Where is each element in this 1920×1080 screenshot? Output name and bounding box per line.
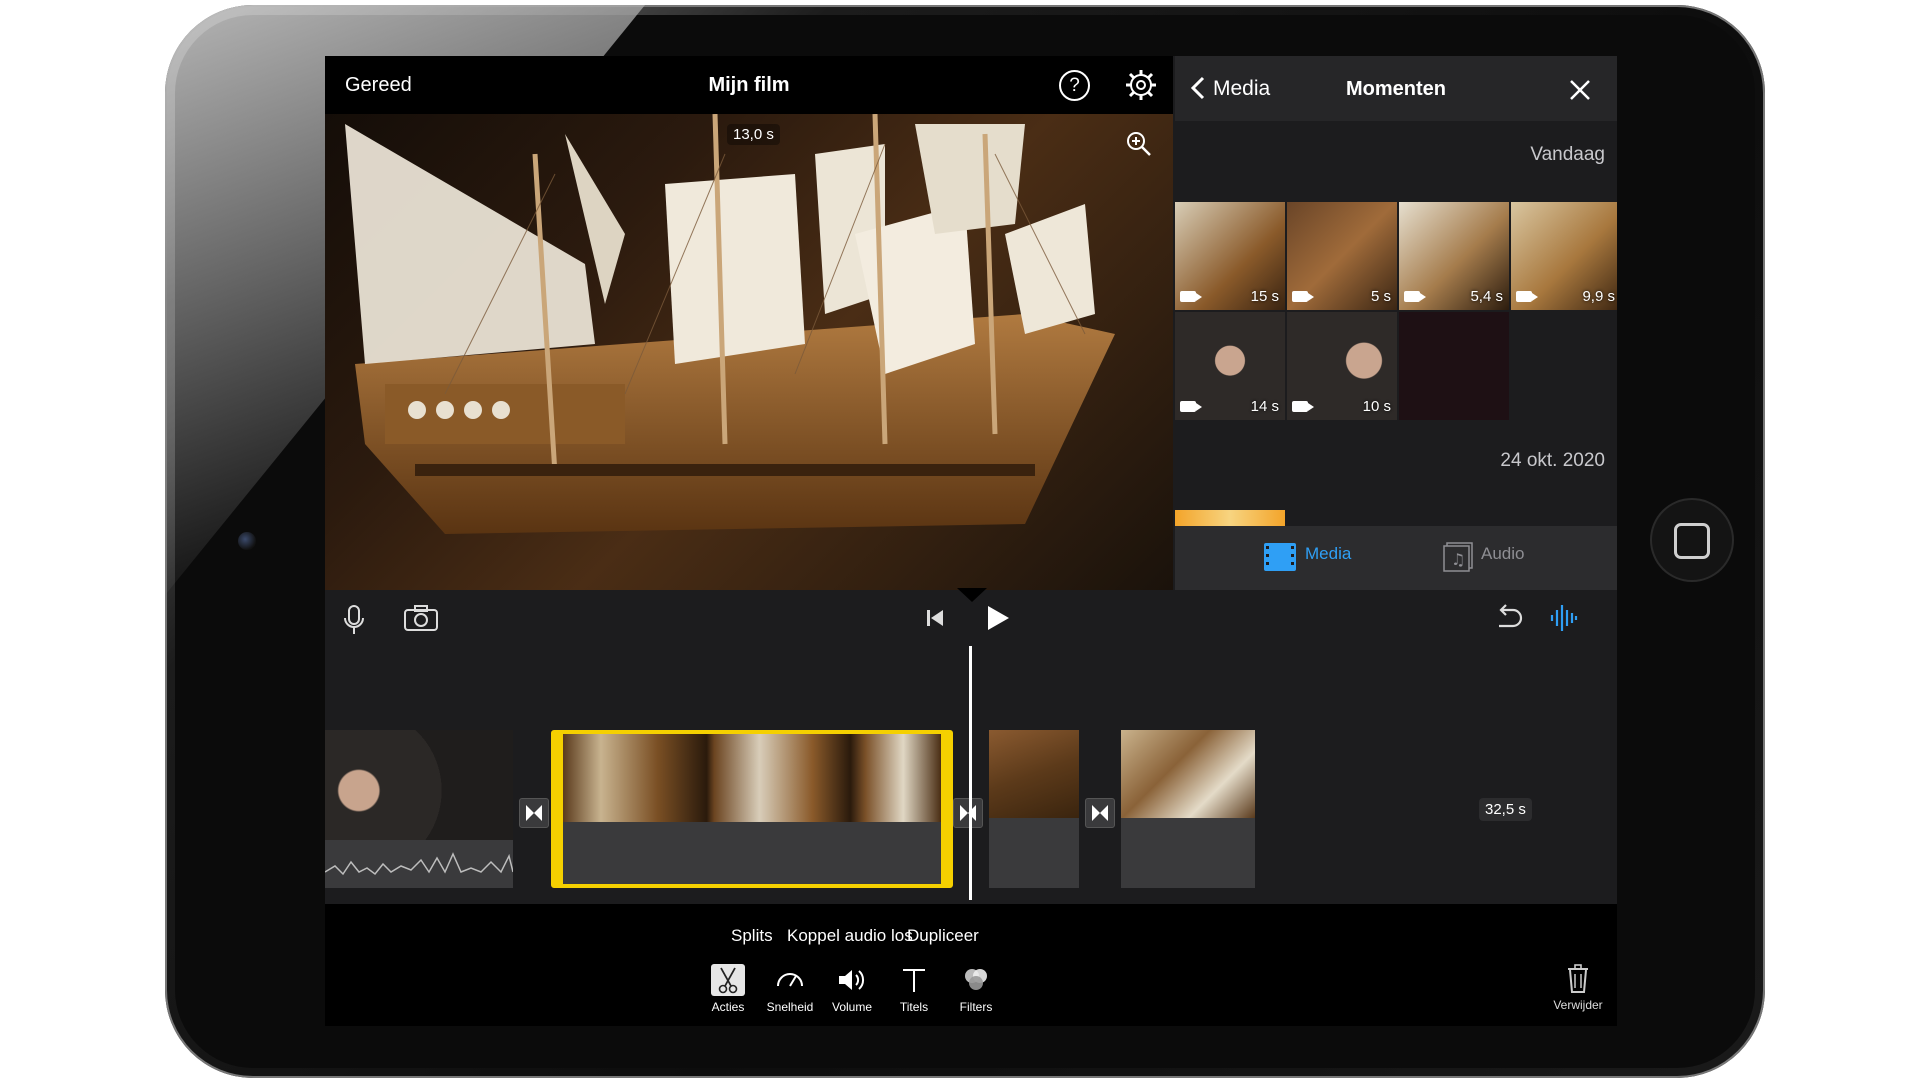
tool-label: Volume	[831, 1000, 873, 1014]
timeline-clip-selected[interactable]	[551, 730, 953, 888]
tool-label: Snelheid	[766, 1000, 814, 1014]
detach-audio-button[interactable]: Koppel audio los	[787, 926, 913, 946]
tool-label: Acties	[711, 1000, 745, 1014]
speaker-icon	[839, 970, 865, 990]
media-duration: 5,4 s	[1470, 288, 1503, 305]
tab-audio[interactable]: Audio	[1481, 544, 1524, 564]
playhead-marker	[957, 588, 987, 602]
video-camera-icon	[1180, 401, 1202, 412]
transition-button[interactable]	[1085, 798, 1115, 828]
duplicate-button[interactable]: Dupliceer	[907, 926, 979, 946]
tab-media[interactable]: Media	[1305, 544, 1351, 564]
front-camera	[238, 532, 256, 550]
media-thumbnail-placeholder	[1399, 312, 1509, 420]
gear-icon[interactable]	[1125, 69, 1157, 101]
music-note-icon: ♫	[1443, 542, 1473, 572]
text-icon	[903, 969, 925, 992]
audio-waveform	[325, 852, 513, 876]
bowtie-transition-icon	[960, 805, 976, 821]
delete-button[interactable]: Verwijder	[1543, 964, 1613, 1012]
media-thumbnail-partial[interactable]	[1175, 510, 1285, 526]
media-thumbnail[interactable]: 15 s	[1175, 202, 1285, 310]
filters-icon	[965, 969, 987, 990]
project-title: Mijn film	[708, 74, 790, 96]
clip-tools-bar: Splits Koppel audio los Dupliceer Acties…	[325, 904, 1617, 1026]
timeline-clip[interactable]	[325, 730, 513, 888]
tool-filters[interactable]: Filters	[941, 964, 1011, 1014]
media-duration: 9,9 s	[1582, 288, 1615, 305]
video-camera-icon	[1292, 291, 1314, 302]
media-browser-title: Momenten	[1346, 78, 1446, 100]
scissors-icon	[711, 964, 745, 996]
timeline-clip[interactable]	[1121, 730, 1255, 888]
media-duration: 15 s	[1250, 288, 1279, 305]
skip-to-start-icon[interactable]	[925, 608, 945, 628]
microphone-icon[interactable]	[343, 604, 365, 636]
video-camera-icon	[1180, 291, 1202, 302]
playhead-line	[969, 646, 972, 900]
bowtie-transition-icon	[1092, 805, 1108, 821]
transition-button[interactable]	[519, 798, 549, 828]
zoom-icon[interactable]	[1125, 130, 1153, 158]
video-camera-icon	[1404, 291, 1426, 302]
playhead-time-badge: 13,0 s	[727, 124, 780, 145]
media-thumbnail[interactable]: 9,9 s	[1511, 202, 1617, 310]
film-strip-icon	[1264, 543, 1296, 571]
timeline-duration-badge: 32,5 s	[1479, 798, 1532, 821]
svg-text:♫: ♫	[1451, 550, 1465, 569]
tool-label: Titels	[899, 1000, 929, 1014]
audio-waveform-icon[interactable]	[1549, 602, 1579, 634]
play-icon[interactable]	[985, 604, 1011, 632]
close-icon[interactable]	[1568, 78, 1592, 102]
help-icon[interactable]: ?	[1059, 70, 1090, 101]
section-date-oct: 24 okt. 2020	[1500, 450, 1605, 471]
media-browser-header: Media Momenten	[1175, 56, 1617, 121]
media-thumbnail[interactable]: 10 s	[1287, 312, 1397, 420]
ship-model-image	[345, 114, 1115, 534]
tool-label: Filters	[959, 1000, 993, 1014]
media-duration: 14 s	[1250, 398, 1279, 415]
media-browser: Media Momenten Vandaag 15 s 5 s 5,4 s 9,…	[1175, 56, 1617, 590]
media-duration: 10 s	[1362, 398, 1391, 415]
video-camera-icon	[1516, 291, 1538, 302]
timeline-clip[interactable]	[989, 730, 1079, 888]
speedometer-icon	[777, 973, 803, 987]
split-button[interactable]: Splits	[731, 926, 773, 946]
timeline[interactable]: 32,5 s	[325, 646, 1617, 904]
undo-icon[interactable]	[1493, 604, 1523, 632]
delete-label: Verwijder	[1553, 998, 1603, 1012]
media-thumbnail[interactable]: 5,4 s	[1399, 202, 1509, 310]
tool-acties[interactable]: Acties	[693, 964, 763, 1014]
project-topbar: Gereed Mijn film ?	[325, 56, 1173, 114]
trash-icon	[1568, 964, 1588, 993]
media-thumbnail[interactable]: 5 s	[1287, 202, 1397, 310]
section-date-today: Vandaag	[1530, 144, 1605, 165]
tool-snelheid[interactable]: Snelheid	[755, 964, 825, 1014]
media-duration: 5 s	[1370, 288, 1391, 305]
media-browser-tabs: Media ♫ Audio	[1175, 526, 1617, 590]
video-camera-icon	[1292, 401, 1314, 412]
imovie-screen: Gereed Mijn film ? 13,0 s Media Momenten…	[325, 56, 1617, 1026]
media-thumbnail[interactable]: 14 s	[1175, 312, 1285, 420]
tool-titels[interactable]: Titels	[879, 964, 949, 1014]
video-preview[interactable]: 13,0 s	[325, 114, 1173, 590]
home-button-icon	[1674, 523, 1710, 559]
tool-volume[interactable]: Volume	[817, 964, 887, 1014]
transition-button[interactable]	[953, 798, 983, 828]
camera-icon[interactable]	[403, 604, 439, 632]
bowtie-transition-icon	[526, 805, 542, 821]
